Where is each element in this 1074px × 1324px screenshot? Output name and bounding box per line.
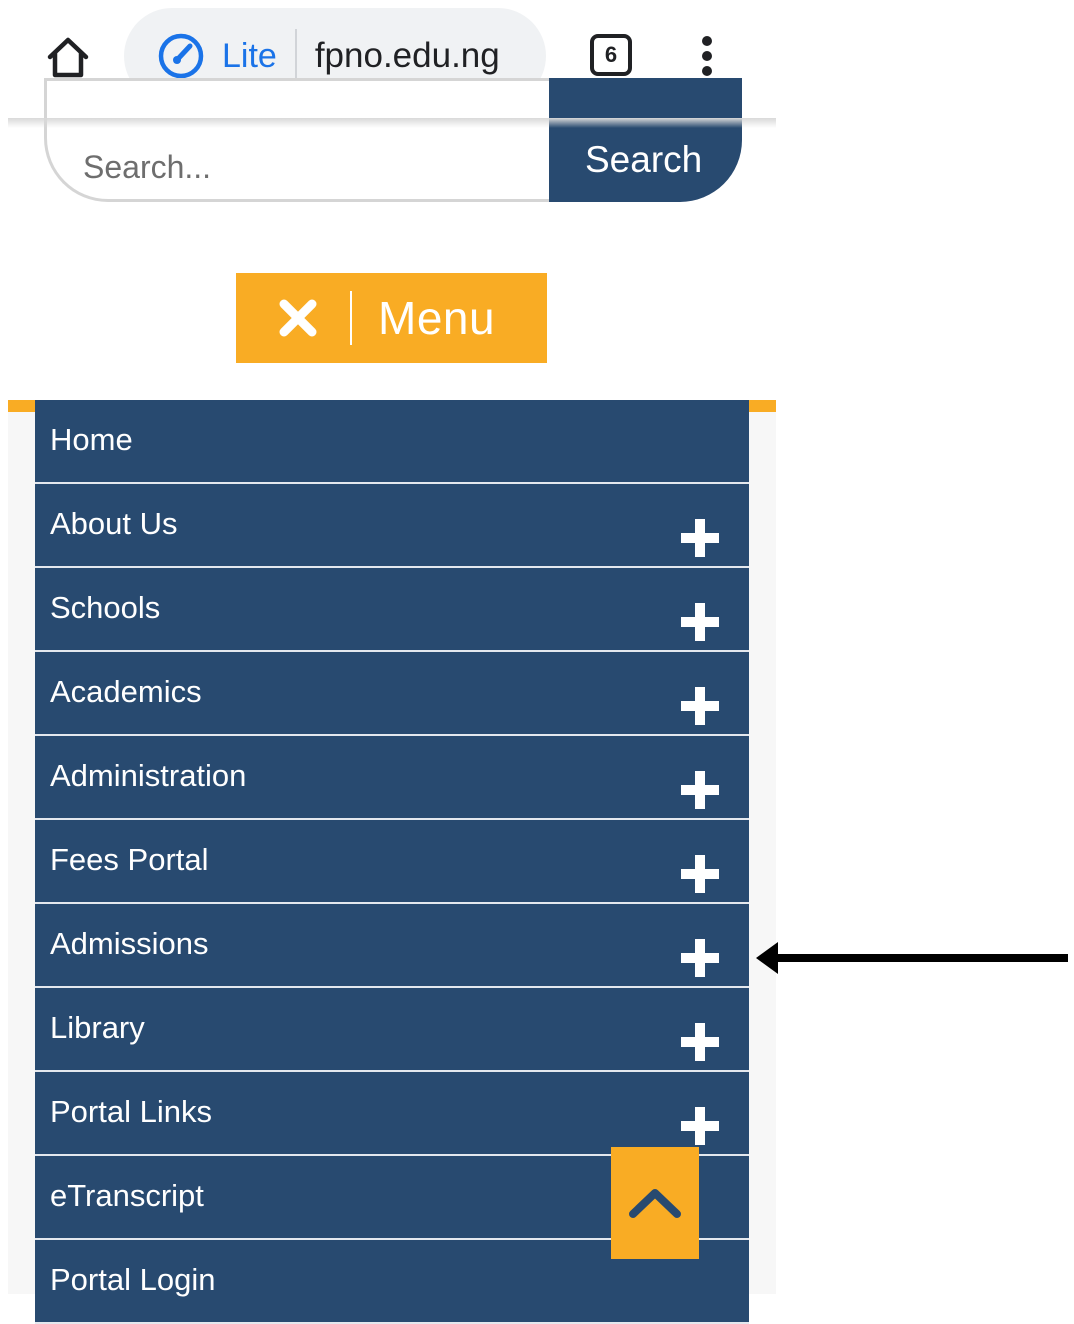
expand-plus-icon[interactable] bbox=[681, 939, 719, 977]
search-input[interactable] bbox=[44, 78, 584, 202]
nav-item-admissions[interactable]: Admissions bbox=[35, 904, 749, 988]
expand-plus-icon[interactable] bbox=[681, 1107, 719, 1145]
expand-plus-icon[interactable] bbox=[681, 687, 719, 725]
expand-plus-icon[interactable] bbox=[681, 855, 719, 893]
nav-item-label: Academics bbox=[50, 674, 202, 709]
nav-item-label: Portal Links bbox=[50, 1094, 212, 1129]
nav-item-home[interactable]: Home bbox=[35, 400, 749, 484]
nav-item-label: Fees Portal bbox=[50, 842, 209, 877]
tab-count: 6 bbox=[604, 42, 618, 67]
speedometer-icon bbox=[154, 29, 208, 83]
address-bar-divider bbox=[294, 29, 297, 83]
nav-item-label: Portal Login bbox=[50, 1262, 216, 1297]
expand-plus-icon[interactable] bbox=[681, 1023, 719, 1061]
back-to-top-button[interactable] bbox=[611, 1147, 699, 1259]
chevron-up-icon bbox=[629, 1189, 681, 1218]
menu-toggle-button[interactable]: Menu bbox=[236, 273, 547, 363]
nav-item-label: Library bbox=[50, 1010, 145, 1045]
arrow-left-icon bbox=[754, 938, 1070, 978]
expand-plus-icon[interactable] bbox=[681, 771, 719, 809]
nav-item-label: eTranscript bbox=[50, 1178, 204, 1213]
nav-item-administration[interactable]: Administration bbox=[35, 736, 749, 820]
search-button[interactable]: Search bbox=[549, 78, 742, 202]
nav-item-library[interactable]: Library bbox=[35, 988, 749, 1072]
home-icon bbox=[47, 37, 89, 78]
tab-switcher-button[interactable]: 6 bbox=[590, 34, 632, 76]
nav-item-label: Home bbox=[50, 422, 133, 457]
search-form: Search bbox=[44, 78, 742, 202]
nav-item-portal-links[interactable]: Portal Links bbox=[35, 1072, 749, 1156]
nav-item-academics[interactable]: Academics bbox=[35, 652, 749, 736]
expand-plus-icon[interactable] bbox=[681, 603, 719, 641]
expand-plus-icon[interactable] bbox=[681, 519, 719, 557]
close-icon bbox=[276, 296, 320, 340]
nav-item-label: About Us bbox=[50, 506, 178, 541]
menu-label: Menu bbox=[378, 292, 496, 344]
nav-item-about-us[interactable]: About Us bbox=[35, 484, 749, 568]
nav-item-label: Admissions bbox=[50, 926, 209, 961]
url-text[interactable]: fpno.edu.ng bbox=[315, 36, 500, 76]
lite-mode-label: Lite bbox=[222, 36, 277, 75]
menu-toggle-divider bbox=[350, 291, 352, 345]
nav-item-fees-portal[interactable]: Fees Portal bbox=[35, 820, 749, 904]
nav-item-schools[interactable]: Schools bbox=[35, 568, 749, 652]
nav-item-label: Administration bbox=[50, 758, 247, 793]
kebab-menu-icon[interactable] bbox=[690, 34, 726, 78]
toolbar-shadow bbox=[8, 118, 776, 128]
nav-item-label: Schools bbox=[50, 590, 161, 625]
